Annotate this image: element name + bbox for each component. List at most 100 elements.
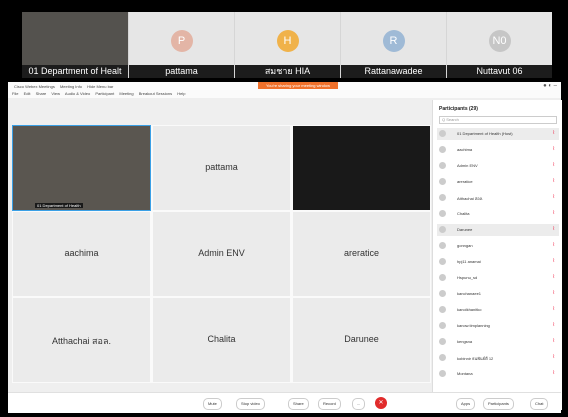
participant-name: Chalita — [457, 211, 470, 216]
avatar: N0 — [488, 30, 511, 52]
mic-muted-icon[interactable]: ⌇ — [553, 162, 555, 168]
app-menu-item[interactable]: Meeting Info — [60, 84, 82, 89]
window-controls[interactable]: ● ◐ – — [543, 83, 557, 89]
menu-audio-video[interactable]: Audio & Video — [65, 91, 90, 96]
mic-muted-icon[interactable]: ⌇ — [553, 370, 555, 376]
mute-button[interactable]: Mute — [203, 398, 222, 410]
menu-breakout[interactable]: Breakout Sessions — [139, 91, 172, 96]
video-tile-dark[interactable] — [292, 125, 431, 211]
more-options-button[interactable]: ... — [352, 398, 366, 410]
participant-row[interactable]: kobinnir ธนพันธ์ดี 12 ⌇ — [437, 352, 559, 364]
participant-name: kanow.timplanning — [457, 323, 490, 328]
mic-muted-icon[interactable]: ⌇ — [553, 354, 555, 360]
mic-muted-icon[interactable]: ⌇ — [553, 338, 555, 344]
video-grid: 01 Department of Health pattama aachima … — [12, 125, 431, 383]
chat-button[interactable]: Chat — [530, 398, 549, 410]
video-tile-self[interactable]: 01 Department of Health — [12, 125, 151, 211]
filmstrip-tile[interactable]: R Rattanawadee — [341, 12, 446, 78]
avatar — [439, 354, 446, 361]
menu-share[interactable]: Share — [36, 91, 47, 96]
participants-search-input[interactable]: Q Search — [439, 116, 557, 124]
stop-video-button[interactable]: Stop video — [236, 398, 265, 410]
participant-row[interactable]: Atthachai สอล. ⌇ — [437, 192, 559, 204]
mic-muted-icon[interactable]: ⌇ — [553, 322, 555, 328]
avatar — [439, 162, 446, 169]
video-tile[interactable]: Atthachai สอล. — [12, 297, 151, 383]
participant-row[interactable]: 01 Department of Health (Host) ⌇ — [437, 128, 559, 140]
avatar — [439, 146, 446, 153]
app-menu-item[interactable]: Hide Menu bar — [87, 84, 113, 89]
filmstrip-tile[interactable]: P pattama — [129, 12, 234, 78]
mic-muted-icon[interactable]: ⌇ — [553, 146, 555, 152]
participant-row[interactable]: Hspunu_sd ⌇ — [437, 272, 559, 284]
avatar — [439, 178, 446, 185]
participant-row[interactable]: kanolkhanitko ⌇ — [437, 304, 559, 316]
app-menu-item[interactable]: Cisco Webex Meetings — [14, 84, 55, 89]
participant-row[interactable]: kengsna ⌇ — [437, 336, 559, 348]
mic-muted-icon[interactable]: ⌇ — [553, 178, 555, 184]
filmstrip-tile-camera[interactable]: 01 Department of Healt — [22, 12, 128, 78]
participant-row[interactable]: hpj11 anamai ⌇ — [437, 256, 559, 268]
mic-muted-icon[interactable]: ⌇ — [553, 306, 555, 312]
menu-bar: Cisco Webex Meetings Meeting Info Hide M… — [8, 82, 561, 98]
menu-view[interactable]: View — [51, 91, 60, 96]
participant-row[interactable]: kanow.timplanning ⌇ — [437, 320, 559, 332]
filmstrip-tile-name: Rattanawadee — [341, 65, 446, 78]
mic-muted-icon[interactable]: ⌇ — [553, 194, 555, 200]
end-call-button[interactable]: ✕ — [375, 397, 387, 409]
video-tile[interactable]: areratice — [292, 211, 431, 297]
filmstrip-tile[interactable]: H สมชาย HIA — [235, 12, 340, 78]
participant-name: kengsna — [457, 339, 473, 344]
participant-name: Atthachai สอล. — [457, 196, 484, 201]
menu-edit[interactable]: Edit — [24, 91, 31, 96]
sharing-banner[interactable]: You're sharing your meeting window — [258, 82, 338, 89]
apps-button[interactable]: Apps — [456, 398, 476, 410]
share-button[interactable]: Share — [288, 398, 309, 410]
video-tile-name: Atthachai สอล. — [52, 336, 111, 346]
menu-participant[interactable]: Participant — [95, 91, 114, 96]
participant-row[interactable]: Darunee ⌇ — [437, 224, 559, 236]
participant-row[interactable]: gonngan ⌇ — [437, 240, 559, 252]
video-tile[interactable]: Darunee — [292, 297, 431, 383]
participant-name: kobinnir ธนพันธ์ดี 12 — [457, 356, 494, 361]
record-button[interactable]: Record — [318, 398, 341, 410]
video-tile-name: Darunee — [344, 334, 379, 344]
mic-muted-icon[interactable]: ⌇ — [553, 274, 555, 280]
participant-row[interactable]: Admin ENV ⌇ — [437, 160, 559, 172]
participant-row[interactable]: kanchanaee1 ⌇ — [437, 288, 559, 300]
participant-name: aachima — [457, 147, 473, 152]
participant-name: kanchanaee1 — [457, 291, 482, 296]
participant-row[interactable]: Montana ⌇ — [437, 368, 559, 380]
mic-muted-icon[interactable]: ⌇ — [553, 242, 555, 248]
avatar: R — [382, 30, 405, 52]
mic-muted-icon[interactable]: ⌇ — [553, 226, 555, 232]
avatar — [439, 194, 446, 201]
mic-muted-icon[interactable]: ⌇ — [553, 130, 555, 136]
avatar: H — [276, 30, 299, 52]
avatar — [439, 306, 446, 313]
avatar — [439, 242, 446, 249]
mic-muted-icon[interactable]: ⌇ — [553, 290, 555, 296]
meeting-window: Cisco Webex Meetings Meeting Info Hide M… — [8, 82, 562, 413]
avatar — [439, 274, 446, 281]
video-tile[interactable]: Admin ENV — [152, 211, 291, 297]
participants-button[interactable]: Participants — [483, 398, 514, 410]
participant-name: gonngan — [457, 243, 473, 248]
participant-row[interactable]: areratice ⌇ — [437, 176, 559, 188]
participant-row[interactable]: aachima ⌇ — [437, 144, 559, 156]
mic-muted-icon[interactable]: ⌇ — [553, 210, 555, 216]
menu-help[interactable]: Help — [177, 91, 185, 96]
filmstrip-tile[interactable]: N0 Nuttavut 06 — [447, 12, 552, 78]
menu-meeting[interactable]: Meeting — [119, 91, 133, 96]
video-tile[interactable]: pattama — [152, 125, 291, 211]
video-tile-name: aachima — [64, 248, 99, 258]
participants-panel: Participants (29) Q Search 01 Department… — [432, 100, 562, 410]
participant-name: areratice — [457, 179, 473, 184]
filmstrip-tile-name: pattama — [129, 65, 234, 78]
menu-file[interactable]: File — [12, 91, 18, 96]
participant-row[interactable]: Chalita ⌇ — [437, 208, 559, 220]
mic-muted-icon[interactable]: ⌇ — [553, 258, 555, 264]
video-tile[interactable]: Chalita — [152, 297, 291, 383]
avatar — [439, 338, 446, 345]
video-tile[interactable]: aachima — [12, 211, 151, 297]
